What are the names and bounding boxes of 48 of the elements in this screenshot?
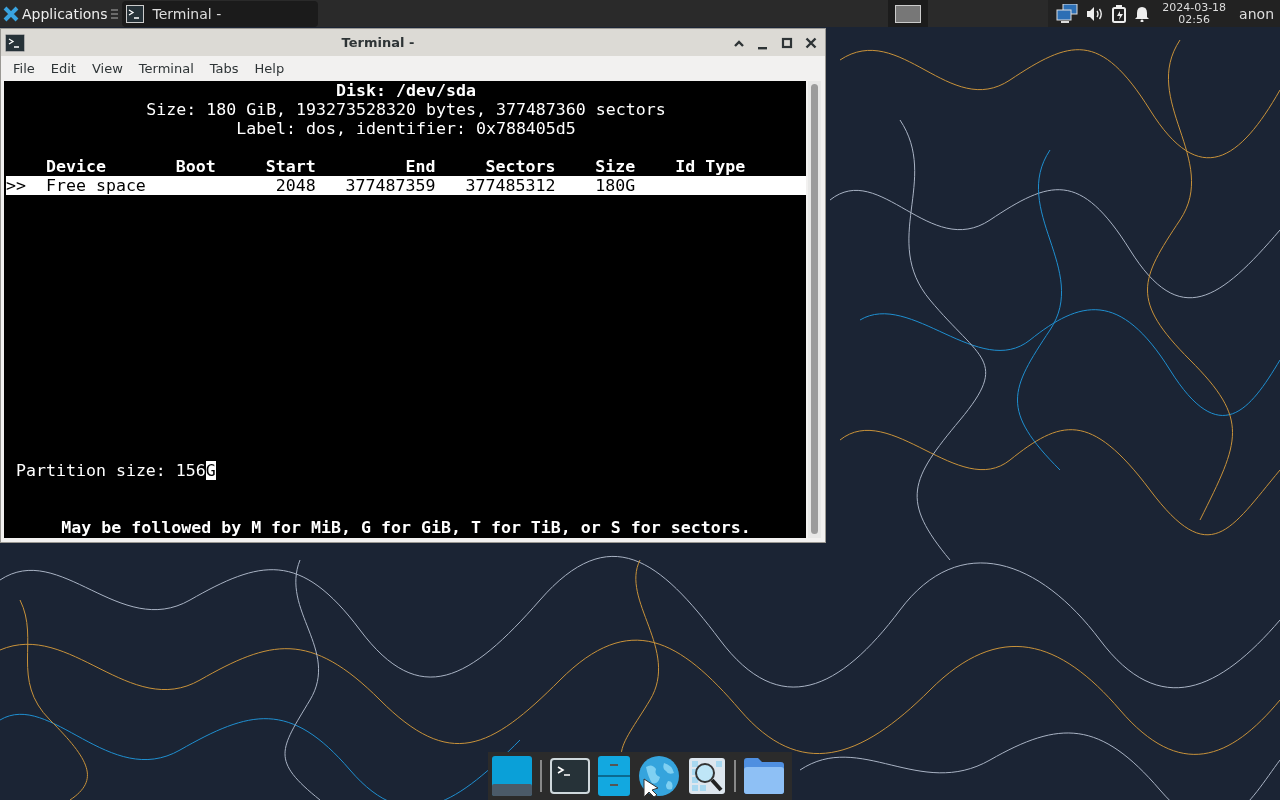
menu-item[interactable]: Terminal xyxy=(130,60,202,76)
terminal-icon[interactable] xyxy=(550,758,590,794)
disk-title: Disk: /dev/sda xyxy=(335,81,477,100)
column-header: Start xyxy=(264,157,316,176)
network-icon[interactable] xyxy=(1056,3,1079,24)
column-header: Size xyxy=(594,157,637,176)
table-cell: Free space xyxy=(45,176,146,195)
menu-item[interactable]: Tabs xyxy=(201,60,247,76)
input-field[interactable]: 156G xyxy=(175,461,216,480)
applications-menu[interactable]: Applications xyxy=(0,0,122,27)
notification-bell-icon[interactable] xyxy=(1135,5,1150,22)
column-header: Id Type xyxy=(675,157,747,176)
menu-item[interactable]: File xyxy=(5,60,43,76)
search-icon[interactable] xyxy=(688,757,726,795)
column-header: End xyxy=(404,157,436,176)
taskbar-button[interactable]: Terminal - xyxy=(121,0,318,27)
workspace-switcher[interactable] xyxy=(895,4,922,23)
partition-row[interactable]: >> Free space 2048 377487359 377485312 180G xyxy=(6,176,806,195)
clock[interactable]: 2024-03-18 02:56 xyxy=(1158,1,1231,26)
menu-lines-icon[interactable] xyxy=(110,8,118,19)
table-cell-text: 377485312 xyxy=(464,176,556,195)
table-cell-text: >> xyxy=(6,176,27,195)
scrollbar[interactable] xyxy=(808,81,821,538)
folder-icon[interactable] xyxy=(744,758,784,794)
table-cell-text: 2048 xyxy=(274,176,316,195)
user-name[interactable]: anon xyxy=(1239,5,1274,22)
menu-item[interactable]: View xyxy=(83,60,131,76)
table-cell-text: 377487359 xyxy=(344,176,436,195)
file-cabinet-icon[interactable] xyxy=(598,756,630,796)
terminal-icon xyxy=(5,33,25,52)
column-header: Sectors xyxy=(484,157,556,176)
column-header: Boot xyxy=(174,157,216,176)
table-cell-text: 180G xyxy=(594,176,637,195)
globe-cursor-icon[interactable] xyxy=(638,755,680,797)
clock-date: 2024-03-18 xyxy=(1162,1,1227,14)
clock-time: 02:56 xyxy=(1178,13,1210,26)
menu-item[interactable]: Edit xyxy=(42,60,84,76)
disk-info-line: Label: dos, identifier: 0x788405d5 xyxy=(235,119,577,138)
battery-icon[interactable] xyxy=(1112,4,1127,23)
hint-text: May be followed by M for MiB, G for GiB, T for TiB, or S for sectors. xyxy=(60,518,752,537)
prompt-label: Partition size: xyxy=(16,461,167,480)
xfce-logo-icon xyxy=(3,5,19,22)
window-title: Terminal - xyxy=(340,35,416,50)
menu-item[interactable]: Help xyxy=(246,60,293,76)
column-header: Device xyxy=(45,157,107,176)
terminal-icon xyxy=(125,4,144,23)
disk-info-line: Size: 180 GiB, 193273528320 bytes, 377487360 sectors xyxy=(145,100,667,119)
volume-icon[interactable] xyxy=(1087,6,1104,21)
